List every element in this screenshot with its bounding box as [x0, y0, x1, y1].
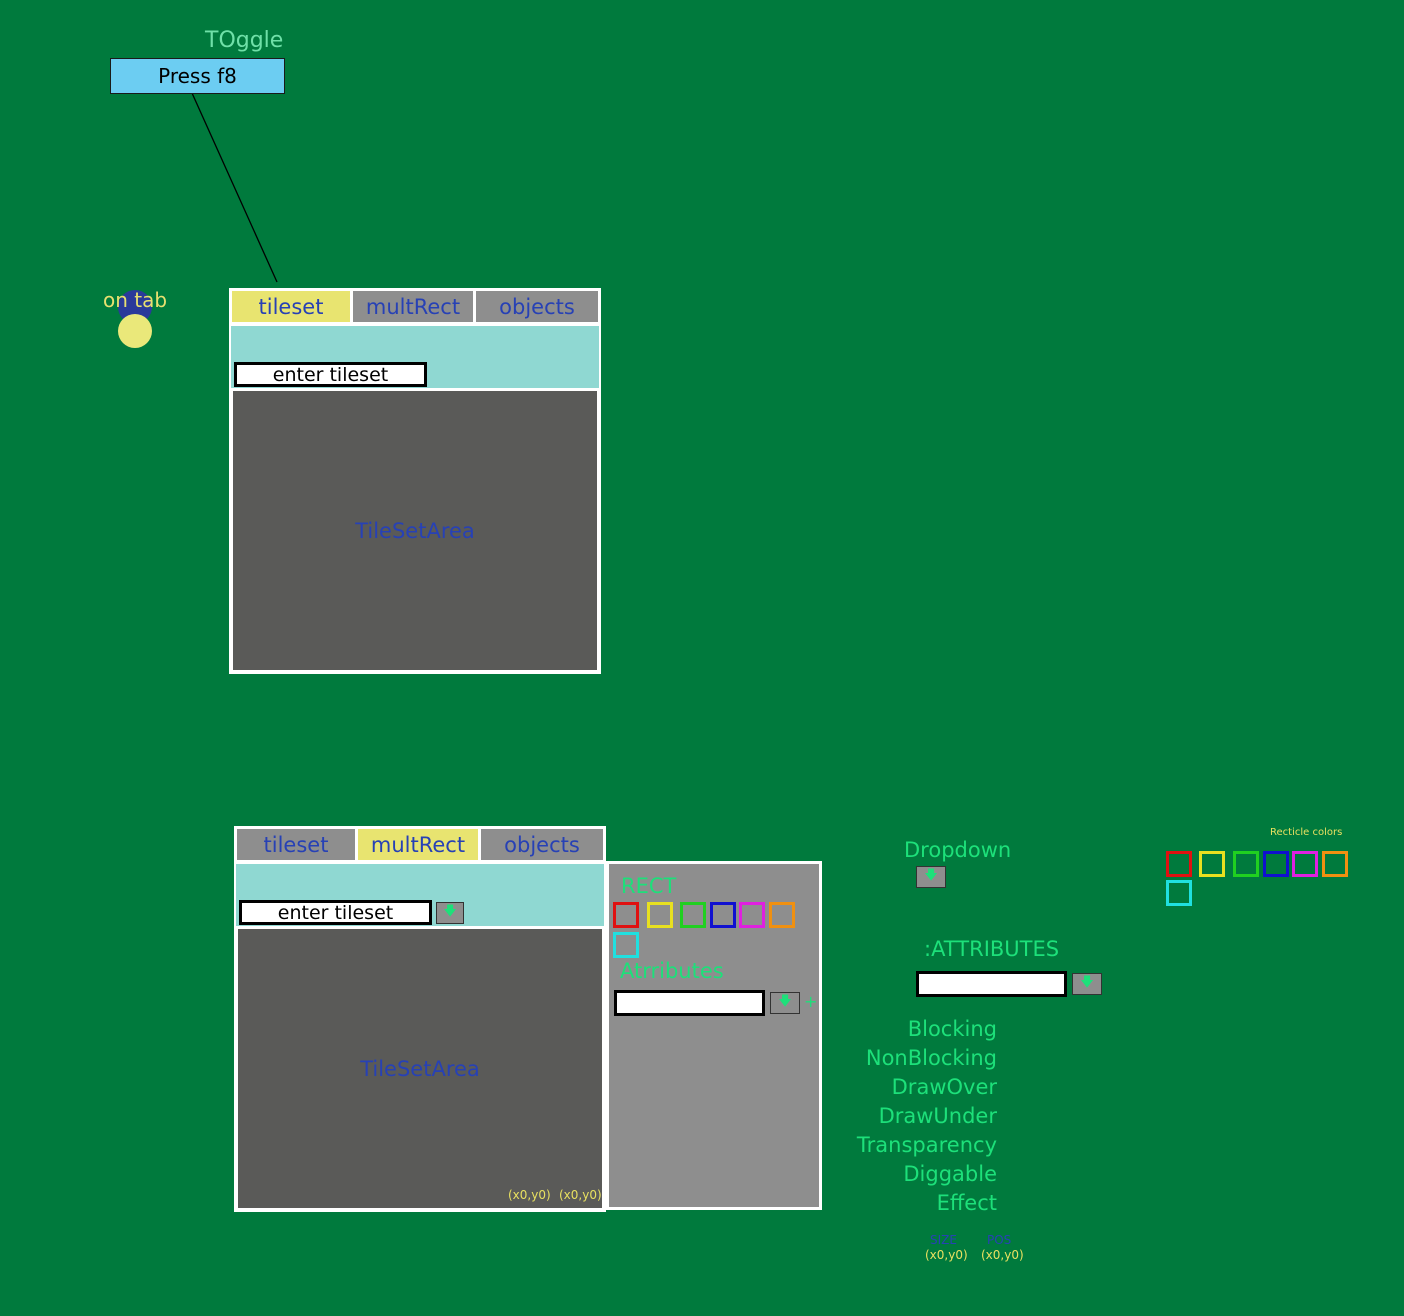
attributes-list: Blocking NonBlocking DrawOver DrawUnder … — [857, 1015, 997, 1218]
recticle-orange[interactable] — [1322, 851, 1348, 877]
recticle-green[interactable] — [1233, 851, 1259, 877]
tab-multrect[interactable]: multRect — [353, 291, 473, 322]
size-value: (x0,y0) — [925, 1248, 968, 1262]
attribute-blocking[interactable]: Blocking — [857, 1015, 997, 1044]
down-arrow-icon: 🡇 — [443, 904, 457, 919]
recticle-blue[interactable] — [1263, 851, 1289, 877]
attributes-main-dropdown-button[interactable]: 🡇 — [1072, 973, 1102, 995]
size-label: SIZE — [930, 1233, 957, 1247]
tab-tileset[interactable]: tileset — [237, 829, 355, 860]
attribute-nonblocking[interactable]: NonBlocking — [857, 1044, 997, 1073]
tab-tileset[interactable]: tileset — [232, 291, 350, 322]
tab-objects[interactable]: objects — [481, 829, 603, 860]
recticle-yellow[interactable] — [1199, 851, 1225, 877]
rect-side-panel: RECT Atrributes 🡇 + — [606, 861, 822, 1210]
tileset-panel-bottom: tileset multRect objects enter tileset 🡇… — [234, 826, 606, 1212]
coord-size-value: (x0,y0) — [508, 1188, 551, 1202]
attribute-drawunder[interactable]: DrawUnder — [857, 1102, 997, 1131]
down-arrow-icon: 🡇 — [1080, 975, 1094, 990]
attributes-label: Atrributes — [620, 959, 724, 983]
attribute-drawover[interactable]: DrawOver — [857, 1073, 997, 1102]
swatch-cyan[interactable] — [613, 932, 639, 958]
tileset-panel-top: tileset multRect objects enter tileset T… — [229, 288, 601, 674]
attributes-input[interactable] — [614, 990, 765, 1016]
pos-value: (x0,y0) — [981, 1248, 1024, 1262]
swatch-magenta[interactable] — [739, 902, 765, 928]
press-f8-button[interactable]: Press f8 — [110, 58, 285, 94]
swatch-red[interactable] — [613, 902, 639, 928]
add-attribute-button[interactable]: + — [804, 992, 817, 1011]
recticle-red[interactable] — [1166, 851, 1192, 877]
down-arrow-icon: 🡇 — [924, 868, 938, 883]
toggle-title: TOggle — [205, 28, 284, 53]
swatch-yellow[interactable] — [647, 902, 673, 928]
swatch-blue[interactable] — [710, 902, 736, 928]
swatch-green[interactable] — [680, 902, 706, 928]
dropdown-label: Dropdown — [904, 838, 1012, 862]
attribute-diggable[interactable]: Diggable — [857, 1160, 997, 1189]
tileset-area[interactable]: TileSetArea — [233, 391, 597, 670]
on-tab-label: on tab — [103, 288, 168, 312]
pos-label: POS — [987, 1233, 1012, 1247]
attributes-title: :ATTRIBUTES — [924, 937, 1060, 961]
rect-side-panel-body: RECT Atrributes 🡇 + — [609, 864, 819, 1207]
tileset-input[interactable]: enter tileset — [234, 362, 427, 387]
dropdown-button[interactable]: 🡇 — [916, 866, 946, 888]
tileset-dropdown-button[interactable]: 🡇 — [436, 902, 464, 924]
tileset-area[interactable]: TileSetArea — [238, 929, 602, 1208]
attributes-main-input[interactable] — [916, 971, 1067, 997]
tileset-input[interactable]: enter tileset — [239, 900, 432, 925]
recticle-magenta[interactable] — [1292, 851, 1318, 877]
recticle-cyan[interactable] — [1166, 880, 1192, 906]
recticle-colors-label: Recticle colors — [1270, 827, 1343, 838]
swatch-orange[interactable] — [769, 902, 795, 928]
attribute-effect[interactable]: Effect — [857, 1189, 997, 1218]
tab-objects[interactable]: objects — [476, 291, 598, 322]
tab-multrect[interactable]: multRect — [358, 829, 478, 860]
coord-pos-value: (x0,y0) — [559, 1188, 602, 1202]
tab-indicator-dot-yellow — [118, 314, 152, 348]
tileset-area-label: TileSetArea — [360, 1056, 480, 1081]
attribute-transparency[interactable]: Transparency — [857, 1131, 997, 1160]
down-arrow-icon: 🡇 — [778, 994, 792, 1009]
rect-label: RECT — [621, 874, 677, 898]
attributes-dropdown-button[interactable]: 🡇 — [770, 992, 800, 1014]
tileset-area-label: TileSetArea — [355, 518, 475, 543]
